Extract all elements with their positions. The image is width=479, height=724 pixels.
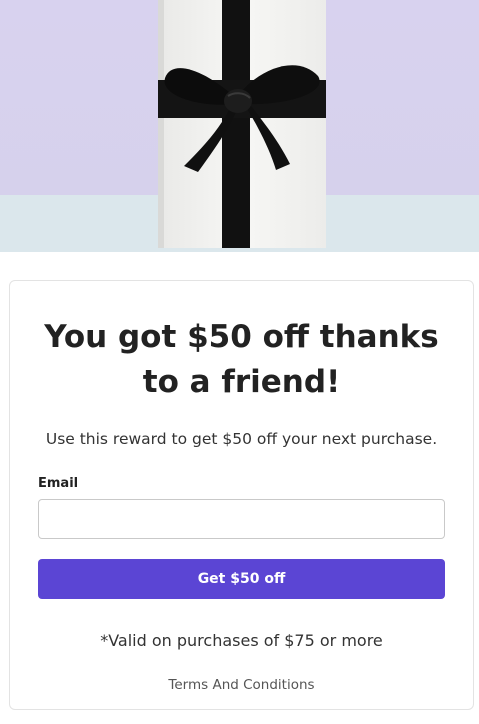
terms-and-conditions-link[interactable]: Terms And Conditions [20,677,463,693]
reward-headline: You got $50 off thanks to a friend! [44,319,439,400]
gift-box-illustration [0,0,479,252]
hero-image [0,0,479,252]
claim-discount-button[interactable]: Get $50 off [38,559,445,599]
referral-reward-card: You got $50 off thanks to a friend! Use … [9,280,474,710]
email-input[interactable] [38,499,445,539]
validity-note: *Valid on purchases of $75 or more [100,631,383,650]
reward-description: Use this reward to get $50 off your next… [45,430,438,448]
email-label: Email [38,476,79,491]
